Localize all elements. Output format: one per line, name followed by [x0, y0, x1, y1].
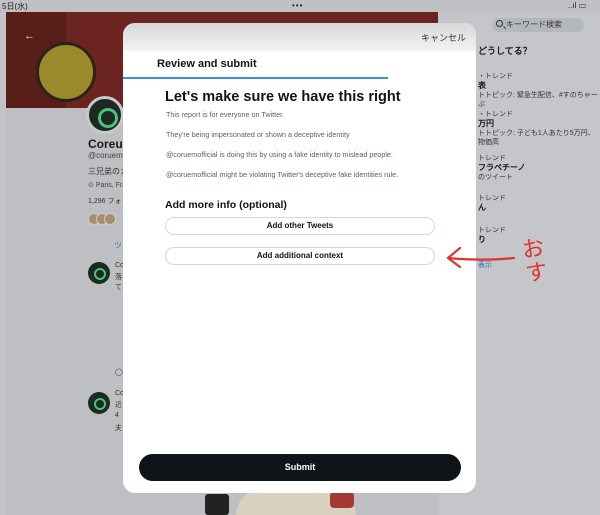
- tweet-text: 落: [115, 274, 122, 281]
- multitask-dots: •••: [292, 1, 304, 10]
- trends-header: どうしてる？: [478, 46, 532, 56]
- profile-avatar[interactable]: [86, 96, 124, 134]
- info-line: They're being impersonated or shown a de…: [166, 130, 350, 139]
- tweet-text: 夫: [115, 425, 122, 432]
- trend-title: フラペチーノ: [478, 163, 526, 172]
- dialog-headline: Let's make sure we have this right: [165, 89, 401, 105]
- profile-location: ⊙ Paris, Fra: [88, 182, 127, 189]
- trend-meta: ・トレンド: [478, 111, 513, 118]
- note-char: す: [523, 259, 550, 288]
- reply-icon[interactable]: ◯: [115, 368, 123, 376]
- cancel-button[interactable]: キャンセル: [421, 31, 466, 44]
- sticker-image: [205, 494, 229, 515]
- signal-battery-icon: ..ıl ▭: [568, 1, 587, 10]
- tweet-avatar[interactable]: [88, 262, 110, 284]
- trend-item[interactable]: トレンド ん: [478, 194, 506, 213]
- tweet-avatar[interactable]: [88, 392, 110, 414]
- search-icon: [496, 20, 503, 27]
- status-time: 5日(水): [2, 2, 28, 11]
- info-line: This report is for everyone on Twitter.: [166, 110, 285, 119]
- trend-meta: トレンド: [478, 195, 506, 202]
- profile-following-count: 1,296 フォ: [88, 198, 122, 205]
- trend-sub: トトピック: 子ども1人あたり5万円、物価高: [478, 130, 595, 146]
- trend-sub: のツイート: [478, 174, 513, 181]
- add-more-info-title: Add more info (optional): [165, 199, 287, 211]
- profile-bio: 三兄弟のカ: [88, 167, 128, 176]
- trend-sub: トトピック: 緊急生配信、#すのちゃーぶ: [478, 92, 598, 108]
- tweet-text: て: [115, 284, 122, 291]
- trend-meta: トレンド: [478, 227, 506, 234]
- dialog-header: キャンセル: [123, 23, 476, 51]
- trend-title: ん: [478, 203, 486, 212]
- trend-title: 表: [478, 81, 486, 90]
- add-additional-context-button[interactable]: Add additional context: [165, 247, 435, 265]
- step-title: Review and submit: [157, 58, 257, 70]
- info-line: @coruemofficial might be violating Twitt…: [166, 170, 399, 179]
- location-text: Paris, Fra: [95, 182, 127, 189]
- tweet-text: 近: [115, 402, 122, 409]
- step-progress-bar: [123, 77, 388, 79]
- add-other-tweets-button[interactable]: Add other Tweets: [165, 217, 435, 235]
- trend-item[interactable]: ・トレンド 万円 トトピック: 子ども1人あたり5万円、物価高: [478, 110, 600, 147]
- submit-button[interactable]: Submit: [139, 454, 461, 481]
- followers-you-know: [88, 212, 122, 226]
- search-input[interactable]: キーワード検索: [492, 18, 584, 32]
- sticker-image: [330, 492, 354, 508]
- trend-meta: トレンド: [478, 155, 506, 162]
- trend-item[interactable]: ・トレンド 表 トトピック: 緊急生配信、#すのちゃーぶ: [478, 72, 600, 109]
- info-line: @coruemofficial is doing this by using a…: [166, 150, 393, 159]
- trend-title: 万円: [478, 119, 494, 128]
- trend-meta: ・トレンド: [478, 73, 513, 80]
- trend-item[interactable]: トレンド フラペチーノ のツイート: [478, 154, 526, 182]
- status-bar: 5日(水) ••• ..ıl ▭: [0, 0, 600, 12]
- search-placeholder: キーワード検索: [506, 20, 562, 29]
- profile-handle: @coruemo: [88, 151, 128, 160]
- back-arrow-icon[interactable]: ←: [24, 30, 35, 42]
- report-dialog: キャンセル Review and submit Let's make sure …: [123, 23, 476, 493]
- banner-emblem: [36, 42, 96, 102]
- tweet-text: 4: [115, 412, 119, 419]
